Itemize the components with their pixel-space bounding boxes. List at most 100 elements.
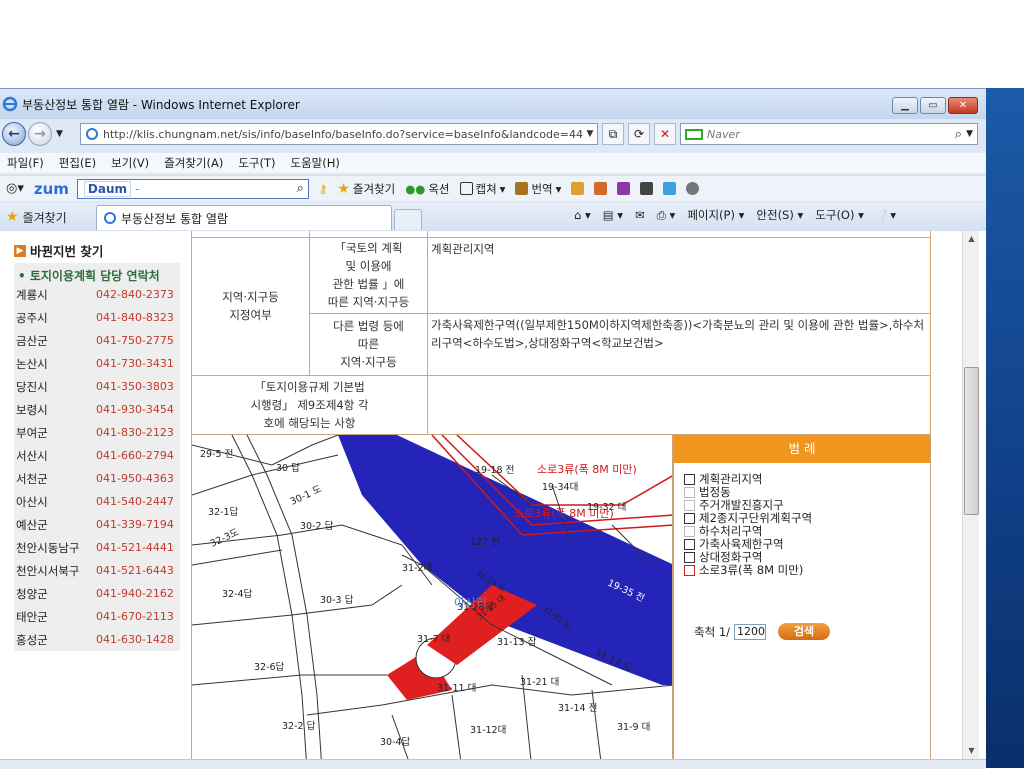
contact-tel[interactable]: 041-940-2162 [96,587,174,600]
zone-label: 지역·지구등 지정여부 [191,236,310,376]
legend-checkbox[interactable] [684,473,695,485]
contact-tel[interactable]: 042-840-2373 [96,288,174,301]
tab-active[interactable]: 부동산정보 통합 열람 [96,205,392,230]
scale-input[interactable]: 1200 [734,623,767,640]
legend-checkbox[interactable] [684,499,695,511]
contact-tel[interactable]: 041-670-2113 [96,610,174,623]
toolbar-options[interactable]: ●● 옥션 [405,181,449,197]
stop-icon[interactable]: ✕ [654,123,676,145]
toolbar-ie-icon[interactable]: ◎▾ [6,181,24,196]
contact-tel[interactable]: 041-840-8323 [96,311,174,324]
main-panel: 지역·지구등 지정여부 「국토의 계획 및 이용에 관한 법률 」에 따른 지역… [191,231,931,769]
book-icon[interactable] [617,182,631,195]
contact-city: 예산군 [16,517,48,532]
menu-file[interactable]: 파일(F) [7,155,44,171]
contact-tel[interactable]: 041-750-2775 [96,334,174,347]
page-menu[interactable]: 페이지(P) ▾ [687,207,744,223]
toolbar-translate[interactable]: 번역 ▾ [515,181,561,197]
forward-button[interactable]: → [28,122,52,146]
sidebar-heading[interactable]: ▶ 바꿘지번 찾기 [14,241,103,260]
menu-edit[interactable]: 편집(E) [59,155,96,171]
contact-tel[interactable]: 041-730-3431 [96,357,174,370]
contact-tel[interactable]: 041-950-4363 [96,472,174,485]
print-icon[interactable]: ⎙ ▾ [657,208,676,223]
key-icon[interactable]: ⚷ [319,182,327,196]
note-icon[interactable] [571,182,585,195]
history-dropdown-icon[interactable]: ▼ [56,129,63,139]
home-icon[interactable]: ⌂ ▾ [574,208,591,222]
contact-tel[interactable]: 041-521-4441 [96,541,174,554]
contact-row: 논산시 041-730-3431 [16,352,180,375]
back-button[interactable]: ← [2,122,26,146]
mail-icon[interactable]: ✉ [635,208,645,222]
scroll-up-icon[interactable]: ▲ [963,231,980,247]
toolbar-translate-label: 번역 [531,181,553,196]
legend-item[interactable]: 소로3류(폭 8M 미만) [684,562,803,578]
legend-checkbox[interactable] [684,525,695,537]
rss-icon[interactable]: ▤ ▾ [603,208,623,222]
contact-tel[interactable]: 041-830-2123 [96,426,174,439]
contact-tel[interactable]: 041-540-2447 [96,495,174,508]
row2-sublabel: 다른 법령 등에 따른 지역·지구등 [309,312,428,376]
close-button[interactable]: ✕ [948,97,978,114]
contact-tel[interactable]: 041-660-2794 [96,449,174,462]
menu-help[interactable]: 도움말(H) [291,155,340,171]
map-svg[interactable]: 29-5 전 30 답 30-1 도 32-1답 32-3도 30-2 답 32… [192,435,673,769]
legend-checkbox[interactable] [684,551,695,563]
search-button[interactable]: 검색 [778,623,831,640]
save-icon[interactable] [640,182,654,195]
menu-tools[interactable]: 도구(T) [238,155,275,171]
page-menu-label: 페이지(P) [687,208,735,222]
tools-menu[interactable]: 도구(O) ▾ [815,207,864,223]
legend-checkbox[interactable] [684,512,695,524]
info-table: 지역·지구등 지정여부 「국토의 계획 및 이용에 관한 법률 」에 따른 지역… [191,231,931,436]
maximize-button[interactable]: ▭ [920,97,946,114]
vertical-scrollbar[interactable]: ▲ ▼ [962,231,979,759]
zum-logo[interactable]: zum [34,180,69,198]
parcel-31-21: 31-21 대 [520,677,559,688]
daum-search-box[interactable]: Daum - ⌕ [76,178,309,199]
address-bar[interactable]: http://klis.chungnam.net/sis/info/baseIn… [80,123,598,145]
address-dropdown-icon[interactable]: ▼ [583,129,597,139]
daum-search-icon[interactable]: ⌕ [297,181,304,196]
contact-tel[interactable]: 041-339-7194 [96,518,174,531]
contact-tel[interactable]: 041-930-3454 [96,403,174,416]
search-dropdown-icon[interactable]: ▼ [966,129,973,139]
contact-city: 금산군 [16,333,48,348]
row3-value [427,374,931,436]
safety-menu[interactable]: 안전(S) ▾ [756,207,803,223]
contact-tel[interactable]: 041-350-3803 [96,380,174,393]
toolbar-capture[interactable]: 캡쳐 ▾ [459,181,505,197]
compatibility-view-icon[interactable]: ⧉ [602,123,624,145]
scroll-thumb[interactable] [964,367,979,515]
menu-favorites[interactable]: 즐겨찾기(A) [164,155,223,171]
refresh-icon[interactable]: ⟳ [628,123,650,145]
cadastral-map[interactable]: 29-5 전 30 답 30-1 도 32-1답 32-3도 30-2 답 32… [191,434,673,769]
addon-toolbar: ◎▾ zum Daum - ⌕ ⚷ ★ 즐겨찾기 ●● 옥션 캡쳐 ▾ 번역 ▾ [0,175,986,201]
legend-checkbox[interactable] [684,538,695,550]
legend-checkbox[interactable] [684,486,695,498]
favorites-button[interactable]: ★ 즐겨찾기 [6,209,67,226]
star-icon: ★ [337,180,350,197]
legend-checkbox[interactable] [684,564,695,576]
row1-sublabel-text: 「국토의 계획 및 이용에 관한 법률 」에 따른 지역·지구등 [327,241,410,309]
new-tab-button[interactable] [394,209,422,230]
t-icon[interactable] [663,182,677,195]
address-url[interactable]: http://klis.chungnam.net/sis/info/baseIn… [103,128,583,141]
daum-search-input[interactable]: - [135,182,297,196]
brush-icon[interactable] [594,182,608,195]
scroll-down-icon[interactable]: ▼ [963,743,980,759]
search-placeholder[interactable]: Naver [707,128,955,141]
ie-icon [2,96,18,112]
toolbar-favorites[interactable]: ★ 즐겨찾기 [337,181,395,197]
more-icon[interactable] [686,182,700,195]
contact-tel[interactable]: 041-521-6443 [96,564,174,577]
contact-tel[interactable]: 041-630-1428 [96,633,174,646]
search-box[interactable]: Naver ⌕ ▼ [680,123,978,145]
menu-view[interactable]: 보기(V) [111,155,149,171]
minimize-button[interactable]: ▁ [892,97,918,114]
contact-row: 계룡시 042-840-2373 [16,283,180,306]
capture-icon [459,182,473,195]
search-icon[interactable]: ⌕ [955,127,962,142]
help-icon[interactable]: ❔▾ [876,208,896,222]
